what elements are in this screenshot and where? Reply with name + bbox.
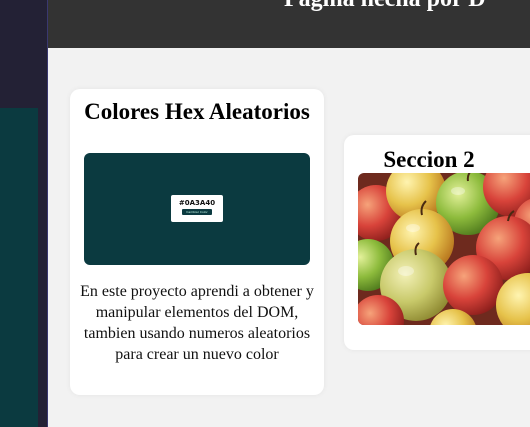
card-title: Seccion 2: [383, 147, 475, 172]
preview-hex-code: #0A3A40: [178, 199, 216, 207]
page-title: Pagina hecha por D: [284, 0, 486, 13]
card-title: Colores Hex Aleatorios: [84, 99, 310, 124]
project-card-seccion-2[interactable]: Seccion 2: [344, 135, 530, 350]
apples-image: [358, 173, 530, 325]
left-panel: [0, 108, 38, 427]
project-preview: #0A3A40 Cambiar Color: [84, 153, 310, 265]
card-description: En este proyecto aprendi a obtener y man…: [80, 283, 314, 363]
project-card-hex-colors[interactable]: Colores Hex Aleatorios #0A3A40 Cambiar C…: [70, 89, 324, 395]
preview-change-color-button: Cambiar Color: [182, 209, 212, 215]
page-header: Pagina hecha por D: [48, 0, 530, 48]
preview-color-box: #0A3A40 Cambiar Color: [171, 195, 223, 222]
